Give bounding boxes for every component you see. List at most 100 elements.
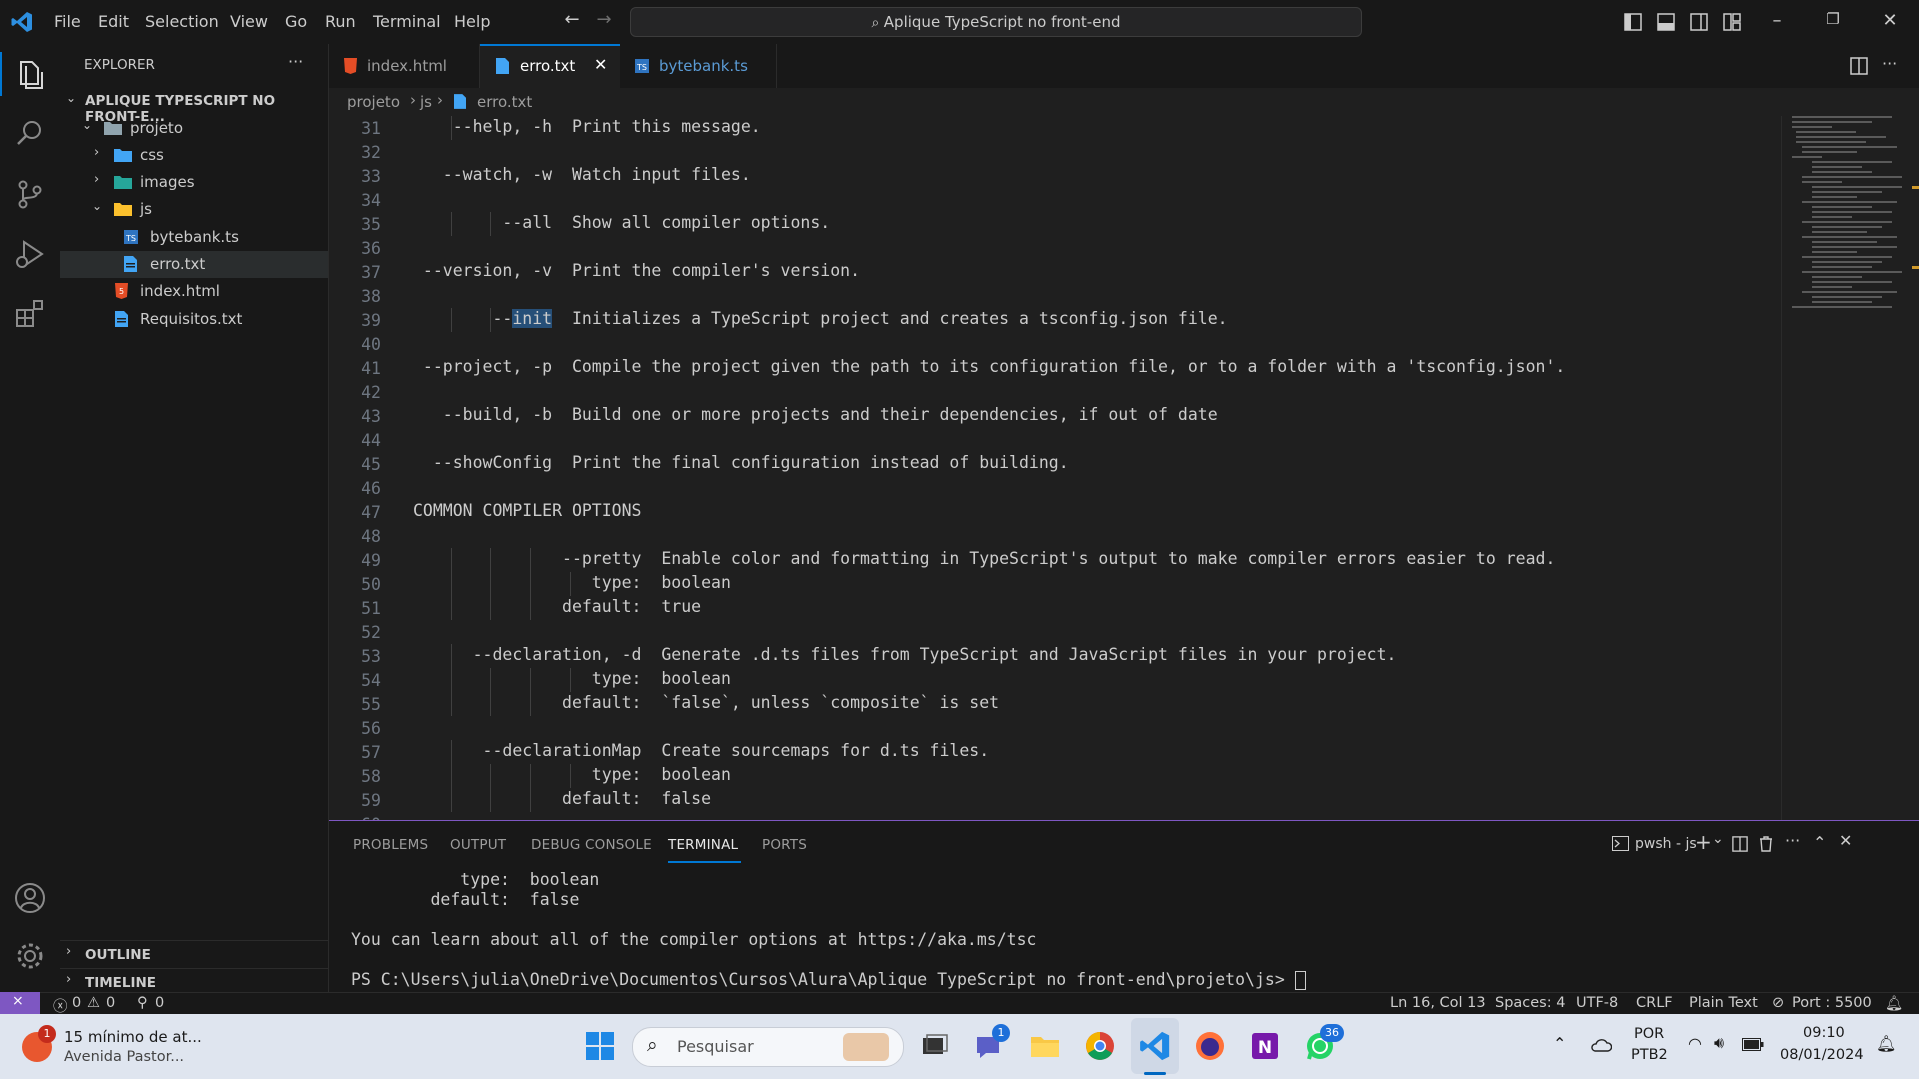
panel-more-icon[interactable]: ··· xyxy=(1785,831,1800,850)
tab-problems[interactable]: PROBLEMS xyxy=(353,837,428,853)
breadcrumb-js[interactable]: js xyxy=(420,93,432,111)
editor-line[interactable]: 48 xyxy=(329,524,1781,548)
editor-line[interactable]: 44 xyxy=(329,428,1781,452)
editor-line[interactable]: 31 --help, -h Print this message. xyxy=(329,116,1781,140)
editor-line[interactable]: 41 --project, -p Compile the project giv… xyxy=(329,356,1781,380)
editor-line[interactable]: 35 --all Show all compiler options. xyxy=(329,212,1781,236)
editor-line[interactable]: 46 xyxy=(329,476,1781,500)
tab-ports[interactable]: PORTS xyxy=(762,837,807,853)
tab-index-html[interactable]: index.html xyxy=(329,44,480,88)
tree-file-requisitos[interactable]: Requisitos.txt xyxy=(60,306,328,333)
search-view-icon[interactable] xyxy=(12,116,48,152)
maximize-icon[interactable]: ❐ xyxy=(1821,10,1845,34)
editor-line[interactable]: 50 type: boolean xyxy=(329,572,1781,596)
editor-line[interactable]: 47 COMMON COMPILER OPTIONS xyxy=(329,500,1781,524)
tab-output[interactable]: OUTPUT xyxy=(450,837,506,853)
editor-line[interactable]: 42 xyxy=(329,380,1781,404)
menu-help[interactable]: Help xyxy=(454,12,490,31)
tree-file-index[interactable]: 5 index.html xyxy=(60,278,328,305)
workspace-root[interactable]: ⌄ APLIQUE TYPESCRIPT NO FRONT-E... xyxy=(60,87,328,125)
new-terminal-plus-icon[interactable]: + xyxy=(1695,830,1712,854)
firefox-icon[interactable] xyxy=(1193,1029,1227,1063)
volume-icon[interactable]: 🔊︎ xyxy=(1714,1033,1724,1053)
cursor-position[interactable]: Ln 16, Col 13 xyxy=(1390,995,1486,1011)
minimize-icon[interactable]: – xyxy=(1765,10,1789,34)
accounts-icon[interactable] xyxy=(12,880,48,916)
wifi-icon[interactable]: ◠ xyxy=(1688,1034,1702,1053)
onedrive-cloud-icon[interactable] xyxy=(1590,1038,1612,1052)
encoding[interactable]: UTF-8 xyxy=(1576,995,1618,1011)
indentation[interactable]: Spaces: 4 xyxy=(1495,995,1565,1011)
onenote-icon[interactable]: N xyxy=(1248,1029,1282,1063)
editor-line[interactable]: 33 --watch, -w Watch input files. xyxy=(329,164,1781,188)
menu-file[interactable]: File xyxy=(54,12,81,31)
editor-line[interactable]: 49 --pretty Enable color and formatting … xyxy=(329,548,1781,572)
text-editor[interactable]: 31 --help, -h Print this message. 32 33 --… xyxy=(329,116,1781,820)
explorer-icon[interactable] xyxy=(12,56,48,92)
notification-bell-icon[interactable]: 🔔︎ xyxy=(1876,1034,1896,1053)
settings-gear-icon[interactable] xyxy=(12,938,48,974)
toggle-secondary-sidebar-icon[interactable] xyxy=(1690,13,1708,31)
source-control-icon[interactable] xyxy=(12,176,48,212)
end-of-line[interactable]: CRLF xyxy=(1636,995,1673,1011)
breadcrumb-file[interactable]: erro.txt xyxy=(477,93,532,111)
menu-selection[interactable]: Selection xyxy=(145,12,219,31)
warnings-count[interactable]: 0 xyxy=(106,995,115,1011)
terminal-prompt-line[interactable]: PS C:\Users\julia\OneDrive\Documentos\Cu… xyxy=(351,970,1306,990)
close-panel-icon[interactable]: ✕ xyxy=(1839,831,1852,850)
ports-count[interactable]: 0 xyxy=(155,995,164,1011)
vscode-taskbar-icon[interactable] xyxy=(1138,1029,1172,1063)
split-terminal-icon[interactable] xyxy=(1732,836,1748,852)
tree-folder-css[interactable]: › css xyxy=(60,142,328,169)
tree-folder-js[interactable]: ⌄ js xyxy=(60,196,328,223)
editor-line[interactable]: 51 default: true xyxy=(329,596,1781,620)
terminal-name[interactable]: pwsh - js xyxy=(1635,836,1697,852)
editor-line[interactable]: 45 --showConfig Print the final configur… xyxy=(329,452,1781,476)
close-tab-icon[interactable]: ✕ xyxy=(594,55,607,74)
remote-indicator[interactable]: ⨯ xyxy=(0,992,40,1015)
battery-icon[interactable] xyxy=(1742,1038,1764,1051)
editor-line[interactable]: 58 type: boolean xyxy=(329,764,1781,788)
tree-file-erro[interactable]: erro.txt xyxy=(60,251,328,278)
run-debug-icon[interactable] xyxy=(12,236,48,272)
forward-arrow-icon[interactable]: → xyxy=(592,9,616,33)
language-mode[interactable]: Plain Text xyxy=(1689,995,1758,1011)
keyboard-layout[interactable]: PTB2 xyxy=(1631,1047,1668,1063)
live-server-port[interactable]: Port : 5500 xyxy=(1792,995,1872,1011)
tree-folder-images[interactable]: › images xyxy=(60,169,328,196)
menu-terminal[interactable]: Terminal xyxy=(373,12,441,31)
command-center-search[interactable]: ⌕ Aplique TypeScript no front-end xyxy=(630,7,1362,37)
task-view-icon[interactable] xyxy=(917,1029,951,1063)
editor-line[interactable]: 53 --declaration, -d Generate .d.ts file… xyxy=(329,644,1781,668)
taskbar-search[interactable]: ⌕ Pesquisar xyxy=(632,1027,904,1067)
notifications-bell-icon[interactable]: 🔔︎ xyxy=(1885,995,1903,1012)
tab-erro-txt[interactable]: erro.txt ✕ xyxy=(480,44,620,88)
close-window-icon[interactable]: ✕ xyxy=(1878,10,1902,34)
split-editor-icon[interactable] xyxy=(1850,57,1868,75)
back-arrow-icon[interactable]: ← xyxy=(560,9,584,33)
clock-date[interactable]: 08/01/2024 xyxy=(1780,1047,1864,1063)
chrome-icon[interactable] xyxy=(1083,1029,1117,1063)
editor-line[interactable]: 55 default: `false`, unless `composite` … xyxy=(329,692,1781,716)
editor-more-actions-icon[interactable]: ··· xyxy=(1882,54,1897,73)
input-language[interactable]: POR xyxy=(1634,1026,1664,1042)
tab-debug-console[interactable]: DEBUG CONSOLE xyxy=(531,837,652,853)
editor-line[interactable]: 43 --build, -b Build one or more project… xyxy=(329,404,1781,428)
minimap[interactable] xyxy=(1781,116,1919,820)
customize-layout-icon[interactable] xyxy=(1723,13,1741,31)
more-actions-icon[interactable]: ··· xyxy=(288,52,303,71)
errors-count[interactable]: 0 xyxy=(72,995,81,1011)
menu-go[interactable]: Go xyxy=(285,12,307,31)
editor-line[interactable]: 38 xyxy=(329,284,1781,308)
menu-edit[interactable]: Edit xyxy=(98,12,129,31)
editor-line[interactable]: 40 xyxy=(329,332,1781,356)
breadcrumb-projeto[interactable]: projeto xyxy=(347,93,400,111)
menu-view[interactable]: View xyxy=(230,12,268,31)
editor-line[interactable]: 52 xyxy=(329,620,1781,644)
menu-run[interactable]: Run xyxy=(325,12,356,31)
editor-line[interactable]: 54 type: boolean xyxy=(329,668,1781,692)
chevron-down-icon[interactable]: ⌄ xyxy=(1712,831,1724,847)
editor-line[interactable]: 34 xyxy=(329,188,1781,212)
clock-time[interactable]: 09:10 xyxy=(1803,1025,1845,1041)
windows-start-icon[interactable] xyxy=(583,1029,617,1063)
